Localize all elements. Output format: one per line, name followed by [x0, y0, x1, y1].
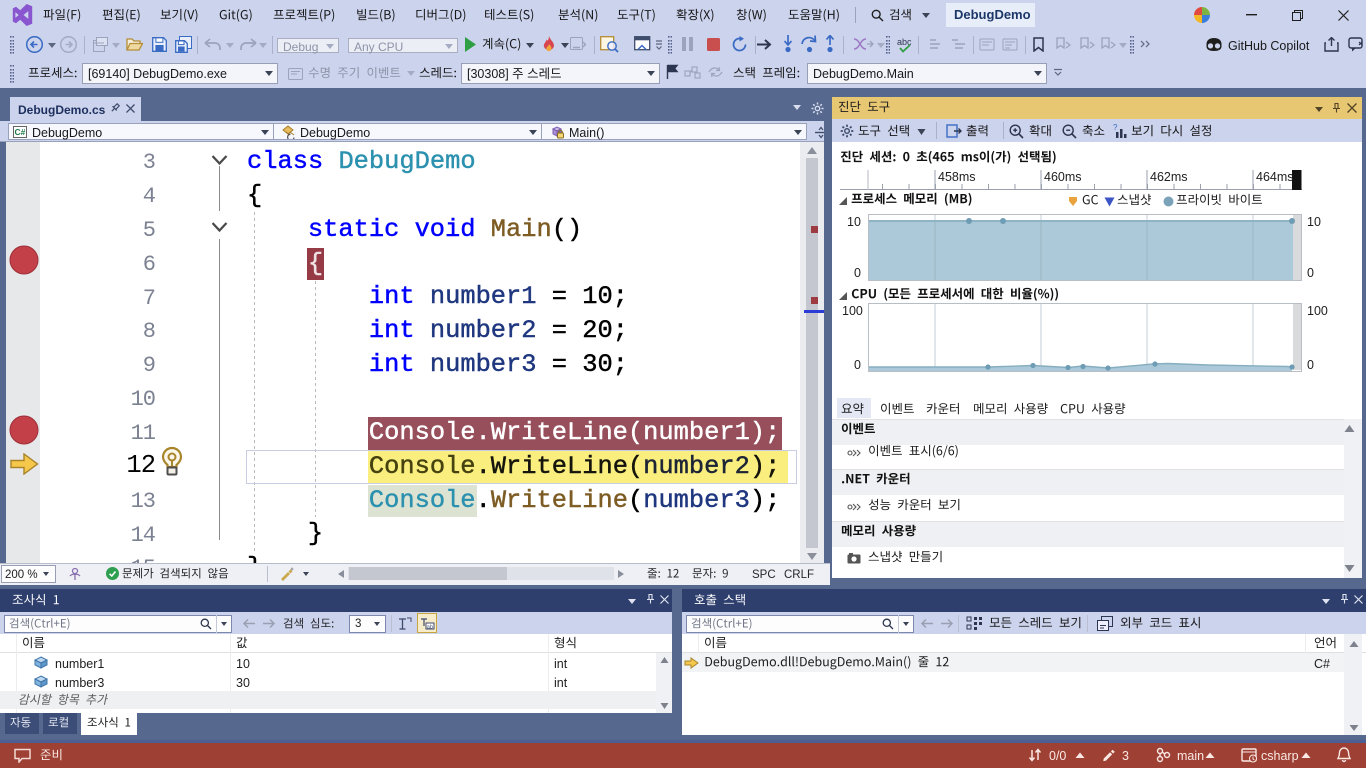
svg-text:ab: ab: [427, 625, 433, 631]
svg-text:?: ?: [1113, 123, 1118, 132]
svg-text:C#: C#: [15, 127, 26, 137]
